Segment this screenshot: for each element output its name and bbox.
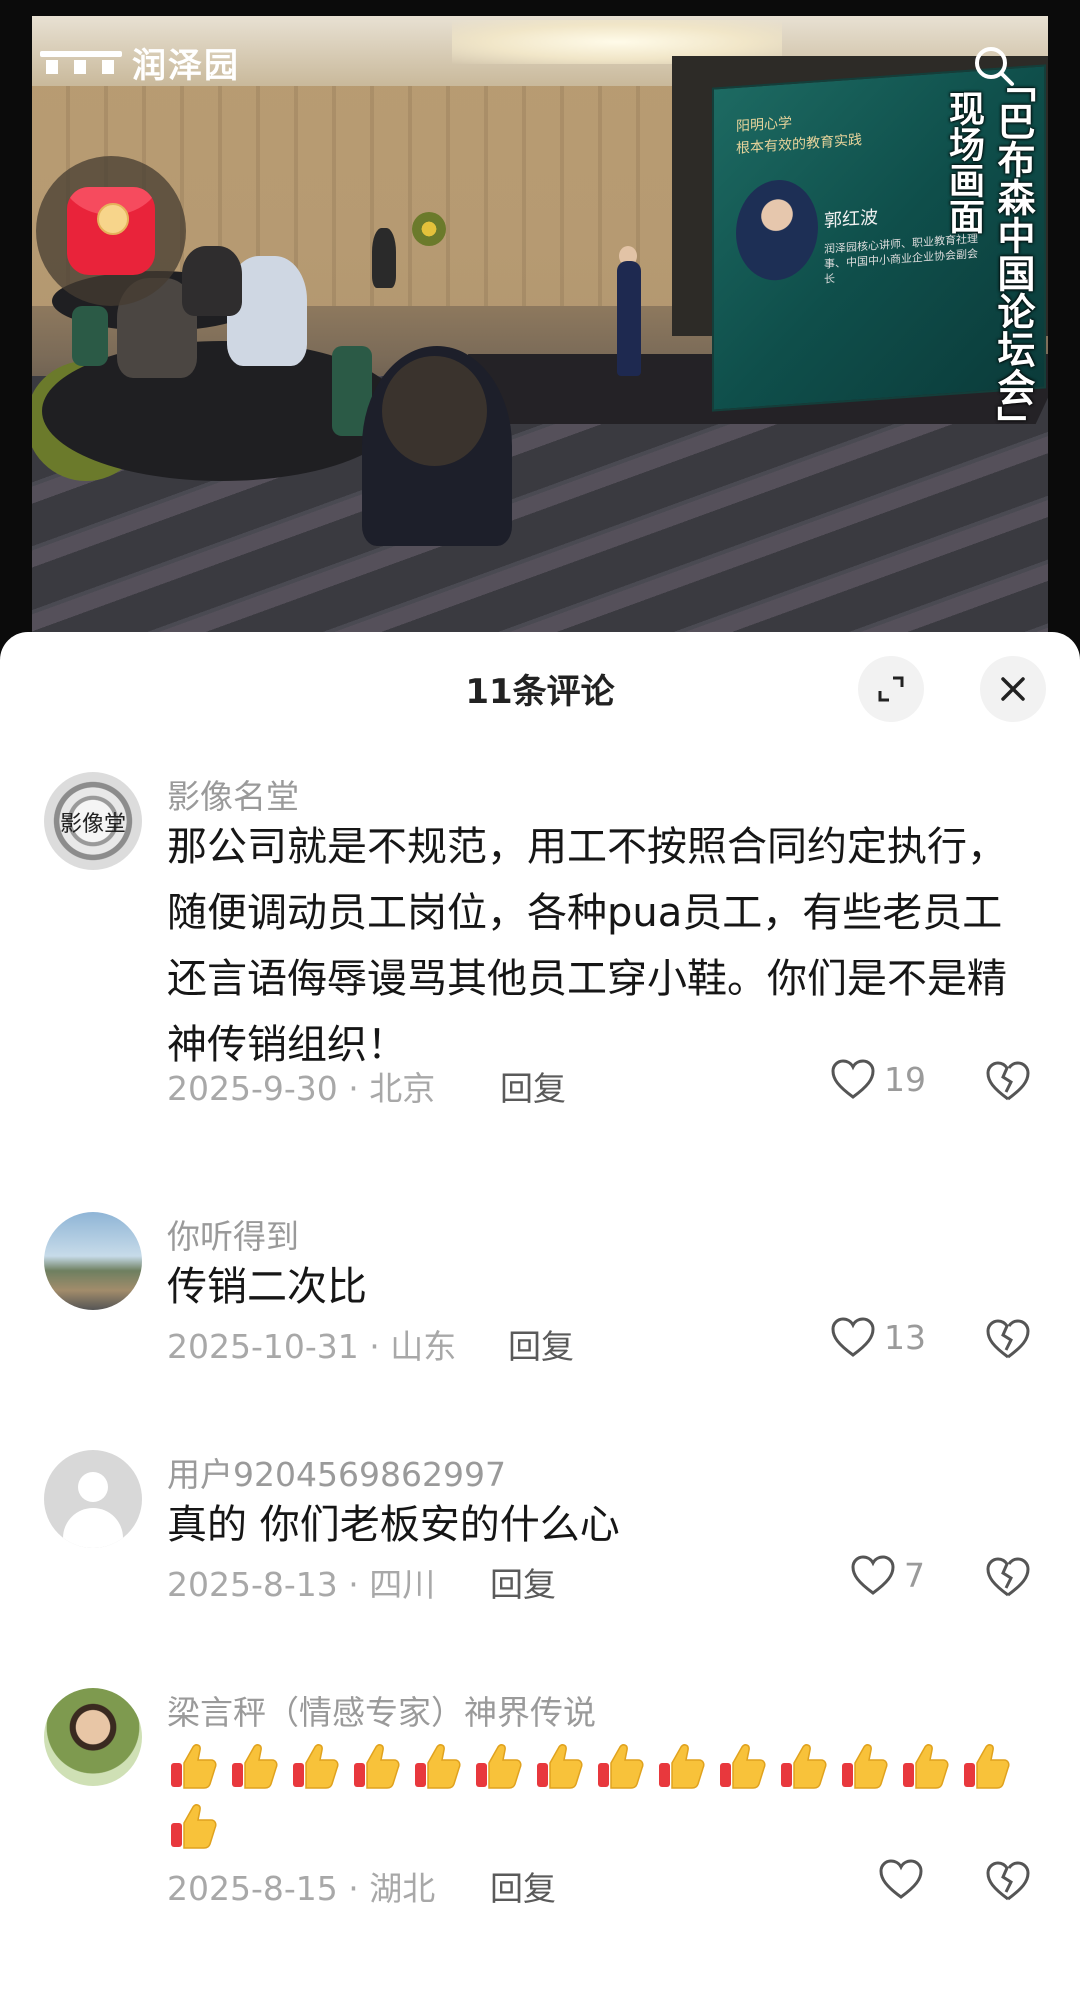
- thumbs-up-icon: [171, 1743, 217, 1789]
- avatar[interactable]: 影像堂: [44, 772, 142, 870]
- close-icon: [1001, 677, 1025, 701]
- thumbs-up-icon: [720, 1743, 766, 1789]
- audience-person: [372, 228, 396, 288]
- thumbs-up-icon: [842, 1743, 888, 1789]
- like-button[interactable]: 19: [830, 1058, 926, 1100]
- avatar-text: 影像堂: [59, 812, 126, 837]
- dislike-broken-heart-icon[interactable]: [985, 1060, 1031, 1102]
- reply-button[interactable]: 回复: [490, 1862, 556, 1910]
- thumbs-up-icon: [232, 1743, 278, 1789]
- audience-person: [182, 246, 242, 316]
- video-player[interactable]: 阳明心学 根本有效的教育实践 郭红波 润泽园核心讲师、职业教育社理事、中国中小商…: [0, 0, 1080, 660]
- thumbs-up-icon: [659, 1743, 705, 1789]
- comment-date-location: 2025-8-15 · 湖北: [167, 1869, 436, 1908]
- reply-button[interactable]: 回复: [508, 1320, 574, 1368]
- screen-heading-2: 根本有效的教育实践: [736, 132, 862, 157]
- thumbs-up-icon: [903, 1743, 949, 1789]
- close-button[interactable]: [980, 656, 1046, 722]
- speaker-portrait: [736, 177, 818, 283]
- like-count: 7: [904, 1555, 925, 1595]
- red-packet-icon: [67, 187, 155, 275]
- comment-username[interactable]: 梁言秤（情感专家）神界传说: [167, 1686, 596, 1734]
- comment-panel: 11条评论 影像堂 影像名堂 那公司就是不规范，用工不按照合同约定执行，随便调动…: [0, 632, 1080, 1993]
- logo-mark-icon: [40, 50, 122, 75]
- brand-logo: 润泽园: [40, 38, 240, 87]
- like-count: 13: [884, 1317, 926, 1357]
- like-count: 19: [884, 1059, 926, 1099]
- expand-button[interactable]: [858, 656, 924, 722]
- comment-text: 传销二次比: [167, 1264, 367, 1310]
- comment-emoji-text: [167, 1736, 1047, 1856]
- screen-heading-1: 阳明心学: [736, 115, 792, 135]
- comment-text: 那公司就是不规范，用工不按照合同约定执行，随便调动员工岗位，各种pua员工，有些…: [167, 824, 1007, 1068]
- thumbs-up-icon: [476, 1743, 522, 1789]
- audience-person: [382, 356, 487, 466]
- avatar[interactable]: [44, 1212, 142, 1310]
- comment-username[interactable]: 你听得到: [167, 1210, 299, 1258]
- heart-icon: [831, 1317, 875, 1357]
- dislike-broken-heart-icon[interactable]: [985, 1556, 1031, 1598]
- comment-date-location: 2025-10-31 · 山东: [167, 1327, 457, 1366]
- comment-username[interactable]: 影像名堂: [167, 770, 299, 818]
- dislike-broken-heart-icon[interactable]: [985, 1860, 1031, 1902]
- default-avatar[interactable]: [44, 1450, 142, 1548]
- thumbs-up-icon: [537, 1743, 583, 1789]
- thumbs-up-icon: [781, 1743, 827, 1789]
- thumbs-up-icon: [171, 1803, 217, 1849]
- thumbs-up-icon: [354, 1743, 400, 1789]
- comment-username[interactable]: 用户9204569862997: [167, 1448, 506, 1496]
- comment-date-location: 2025-9-30 · 北京: [167, 1069, 436, 1108]
- thumbs-up-icon: [964, 1743, 1010, 1789]
- reply-button[interactable]: 回复: [490, 1558, 556, 1606]
- speaker-figure: [617, 261, 641, 376]
- flowers: [412, 212, 446, 246]
- thumbs-up-icon: [598, 1743, 644, 1789]
- avatar[interactable]: [44, 1688, 142, 1786]
- screen-speaker-desc: 润泽园核心讲师、职业教育社理事、中国中小商业企业协会副会长: [824, 232, 978, 286]
- heart-icon: [851, 1555, 895, 1595]
- comment-text: 真的 你们老板安的什么心: [167, 1502, 620, 1548]
- comment-date-location: 2025-8-13 · 四川: [167, 1565, 436, 1604]
- screen-speaker-name: 郭红波: [824, 207, 878, 232]
- like-button[interactable]: 13: [830, 1316, 926, 1358]
- heart-icon: [831, 1059, 875, 1099]
- reply-button[interactable]: 回复: [500, 1062, 566, 1110]
- logo-text: 润泽园: [132, 46, 240, 86]
- red-packet-button[interactable]: [36, 156, 186, 306]
- video-frame: 阳明心学 根本有效的教育实践 郭红波 润泽园核心讲师、职业教育社理事、中国中小商…: [32, 16, 1048, 636]
- thumbs-up-icon: [293, 1743, 339, 1789]
- heart-icon: [879, 1859, 923, 1899]
- chair: [72, 306, 108, 366]
- video-caption-title: 「巴布森中国论坛会」: [991, 64, 1035, 444]
- thumbs-up-icon: [415, 1743, 461, 1789]
- dislike-broken-heart-icon[interactable]: [985, 1318, 1031, 1360]
- user-silhouette-icon: [78, 1472, 108, 1502]
- like-button[interactable]: 7: [850, 1554, 925, 1596]
- expand-icon: [878, 676, 904, 702]
- video-caption-subtitle: 现场画面: [943, 90, 984, 234]
- like-button[interactable]: [878, 1858, 924, 1900]
